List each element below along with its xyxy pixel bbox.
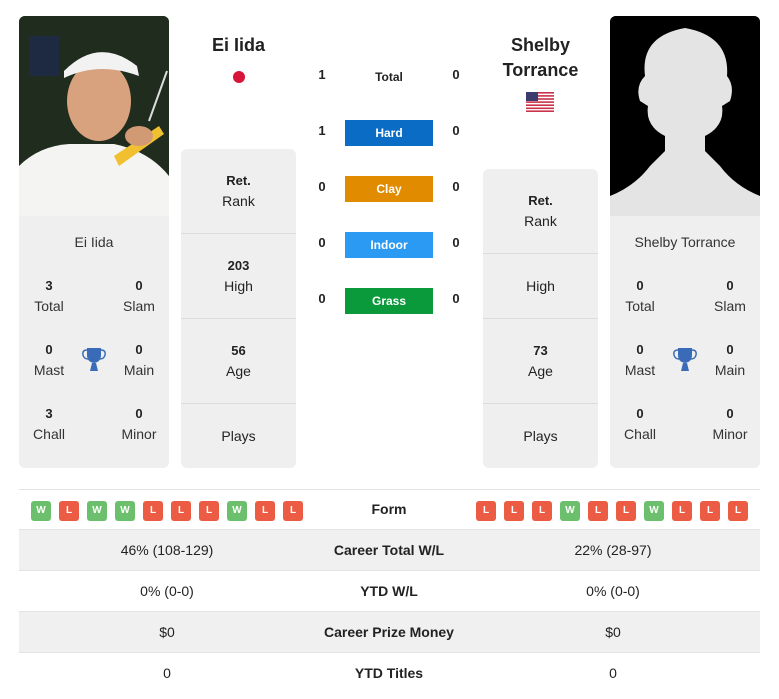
form-loss-badge: L — [672, 501, 692, 521]
japan-flag-icon — [233, 71, 245, 83]
player1-minor-titles: 0 Minor — [121, 406, 157, 442]
form-win-badge: W — [227, 501, 247, 521]
career-wl-label: Career Total W/L — [333, 542, 445, 558]
player2-slam-titles: 0 Slam — [714, 278, 746, 314]
ytd-titles-label: YTD Titles — [354, 665, 424, 681]
h2h-total-p1: 1 — [318, 67, 326, 82]
h2h-total-row: 1 Total 0 — [310, 64, 470, 90]
h2h-indoor-p1: 0 — [318, 235, 326, 250]
player2-challenger-titles: 0 Chall — [624, 406, 656, 442]
form-loss-badge: L — [616, 501, 636, 521]
player2-total-titles: 0 Total — [625, 278, 655, 314]
player2-card: Shelby Torrance 0 Total 0 Slam 0 Mast 0 Main… — [610, 216, 760, 468]
form-loss-badge: L — [476, 501, 496, 521]
form-loss-badge: L — [255, 501, 275, 521]
player1-challenger-titles: 3 Chall — [33, 406, 65, 442]
form-win-badge: W — [87, 501, 107, 521]
table-row: 0% (0-0) YTD W/L 0% (0-0) — [19, 571, 760, 612]
player1-plays: Plays — [221, 428, 256, 444]
player2-name-line1: Shelby — [510, 35, 571, 55]
player1-prize-money: $0 — [159, 624, 175, 640]
form-row: WLWWLLLWLL Form LLLWLLWLLL — [19, 489, 760, 530]
prize-money-label: Career Prize Money — [324, 624, 454, 640]
player1-high: 203 High — [181, 234, 296, 319]
table-row: $0 Career Prize Money $0 — [19, 612, 760, 653]
player1-ytd-wl: 0% (0-0) — [140, 583, 194, 599]
form-loss-badge: L — [532, 501, 552, 521]
form-loss-badge: L — [728, 501, 748, 521]
player2-card-name: Shelby Torrance — [634, 234, 736, 250]
player1-card: Ei Iida 3 Total 0 Slam 0 Mast 0 Main 3 Chall … — [19, 216, 169, 468]
h2h-total-label: Total — [375, 70, 403, 84]
player2-name-link[interactable]: Shelby Torrance — [483, 33, 598, 83]
h2h-indoor-row: 0 Indoor 0 — [310, 232, 470, 258]
h2h-hard-p2: 0 — [452, 123, 460, 138]
form-loss-badge: L — [59, 501, 79, 521]
player2-prize-money: $0 — [605, 624, 621, 640]
player2-main-titles: 0 Main — [714, 342, 746, 378]
form-loss-badge: L — [143, 501, 163, 521]
player2-career-wl: 22% (28-97) — [574, 542, 652, 558]
player2-name-line2: Torrance — [502, 60, 579, 80]
player1-main-titles: 0 Main — [123, 342, 155, 378]
player2-age: 73 Age — [483, 319, 598, 404]
h2h-grass-row: 0 Grass 0 — [310, 288, 470, 314]
h2h-hard-row: 1 Hard 0 — [310, 120, 470, 146]
surface-badge-grass: Grass — [345, 288, 433, 314]
table-row: 0 YTD Titles 0 — [19, 653, 760, 694]
form-loss-badge: L — [504, 501, 524, 521]
form-loss-badge: L — [171, 501, 191, 521]
player2-masters-titles: 0 Mast — [624, 342, 656, 378]
form-win-badge: W — [560, 501, 580, 521]
form-win-badge: W — [644, 501, 664, 521]
player1-total-titles: 3 Total — [34, 278, 64, 314]
player2-ytd-wl: 0% (0-0) — [586, 583, 640, 599]
trophy-icon — [82, 347, 106, 373]
player2-ytd-titles: 0 — [609, 665, 617, 681]
form-win-badge: W — [115, 501, 135, 521]
form-win-badge: W — [31, 501, 51, 521]
table-row: 46% (108-129) Career Total W/L 22% (28-9… — [19, 530, 760, 571]
player2-rank-panel: Ret. Rank High 73 Age Plays — [483, 169, 598, 468]
surface-badge-hard: Hard — [345, 120, 433, 146]
player1-age: 56 Age — [181, 319, 296, 404]
h2h-clay-p1: 0 — [318, 179, 326, 194]
player1-name-link[interactable]: Ei Iida — [181, 33, 296, 58]
surface-badge-clay: Clay — [345, 176, 433, 202]
player2-high: High — [483, 254, 598, 319]
player1-masters-titles: 0 Mast — [33, 342, 65, 378]
h2h-grass-p1: 0 — [318, 291, 326, 306]
h2h-clay-row: 0 Clay 0 — [310, 176, 470, 202]
h2h-grass-p2: 0 — [452, 291, 460, 306]
h2h-hard-p1: 1 — [318, 123, 326, 138]
h2h-total-p2: 0 — [452, 67, 460, 82]
surface-badge-indoor: Indoor — [345, 232, 433, 258]
player1-card-name: Ei Iida — [74, 234, 114, 250]
usa-flag-icon — [526, 92, 554, 112]
form-loss-badge: L — [283, 501, 303, 521]
h2h-clay-p2: 0 — [452, 179, 460, 194]
player1-rank-panel: Ret. Rank 203 High 56 Age Plays — [181, 149, 296, 468]
player1-career-wl: 46% (108-129) — [120, 542, 214, 558]
form-loss-badge: L — [199, 501, 219, 521]
player2-plays: Plays — [523, 428, 558, 444]
player2-photo-placeholder — [610, 16, 760, 216]
player1-slam-titles: 0 Slam — [123, 278, 155, 314]
ytd-wl-label: YTD W/L — [360, 583, 418, 599]
player1-photo — [19, 16, 169, 216]
player1-rank: Ret. Rank — [181, 149, 296, 234]
h2h-indoor-p2: 0 — [452, 235, 460, 250]
player1-ytd-titles: 0 — [163, 665, 171, 681]
form-loss-badge: L — [700, 501, 720, 521]
player2-rank: Ret. Rank — [483, 169, 598, 254]
form-label: Form — [371, 501, 407, 517]
trophy-icon — [673, 347, 697, 373]
player2-form-chips: LLLWLLWLLL — [476, 501, 748, 521]
form-loss-badge: L — [588, 501, 608, 521]
player2-minor-titles: 0 Minor — [712, 406, 748, 442]
player1-form-chips: WLWWLLLWLL — [31, 501, 303, 521]
